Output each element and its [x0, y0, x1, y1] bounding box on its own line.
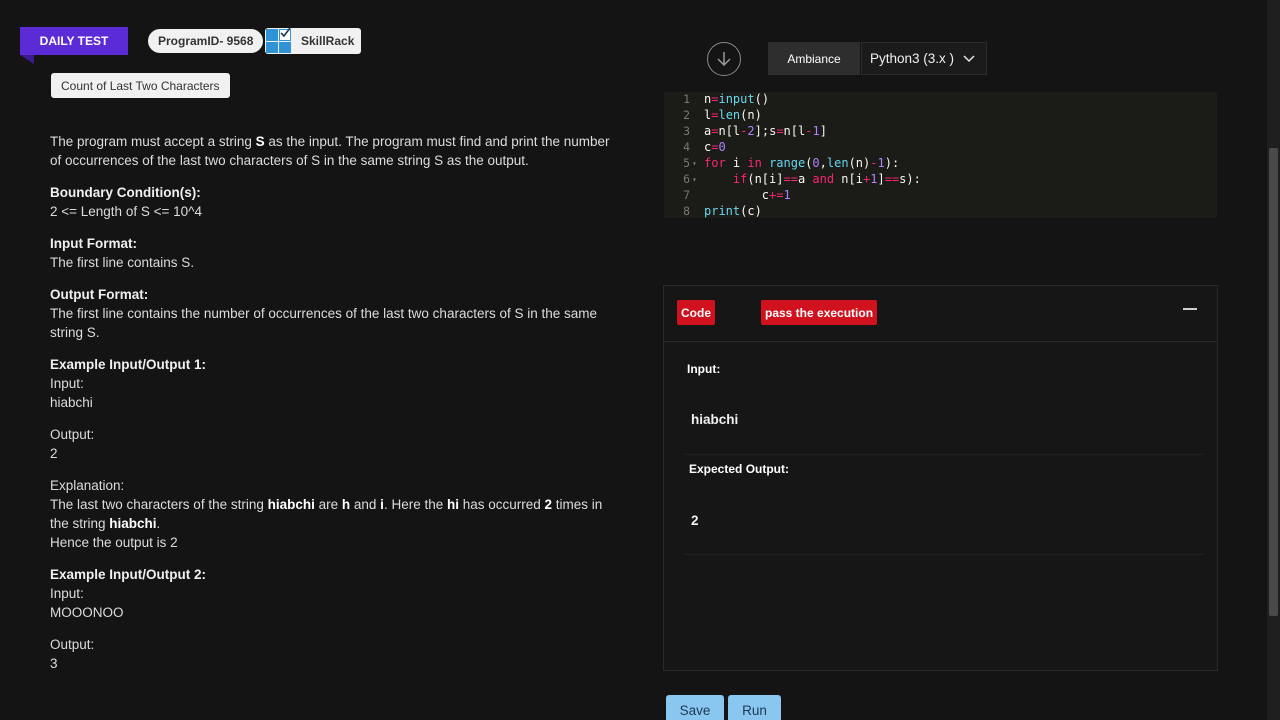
explanation-bold: 2 — [544, 497, 553, 512]
problem-title-text: Count of Last Two Characters — [61, 78, 220, 93]
save-label: Save — [679, 702, 711, 718]
boundary-text: 2 <= Length of S <= 10^4 — [50, 204, 202, 219]
result-panel: Code pass the execution Input: hiabchi E… — [663, 285, 1218, 671]
example-2-output: 3 — [50, 656, 58, 671]
scrollbar-thumb[interactable] — [1269, 148, 1278, 616]
problem-title: Count of Last Two Characters — [51, 73, 230, 98]
line-number: 3 — [683, 124, 690, 138]
input-format-heading: Input Format: — [50, 236, 137, 251]
output-format-heading: Output Format: — [50, 287, 149, 302]
expected-output-value: 2 — [691, 513, 699, 528]
example-1-heading: Example Input/Output 1: — [50, 357, 207, 372]
intro-var: S — [255, 134, 265, 149]
line-number: 2 — [683, 108, 690, 122]
output-format-section: Output Format: The first line contains th… — [50, 285, 610, 342]
pass-badge: pass the execution — [761, 300, 878, 325]
run-label: Run — [742, 702, 767, 718]
theme-button[interactable]: Ambiance — [768, 42, 860, 75]
language-value: Python3 (3.x ) — [870, 51, 955, 66]
explanation-bold: hiabchi — [267, 497, 315, 512]
code-badge: Code — [677, 300, 715, 325]
example-1-output-label: Output: — [50, 427, 95, 442]
program-id-label: ProgramID- 9568 — [158, 34, 254, 48]
example-2-output-label: Output: — [50, 637, 95, 652]
code-line: c=0 — [704, 140, 726, 154]
example-1-output: 2 — [50, 446, 58, 461]
save-button[interactable]: Save — [666, 695, 724, 720]
download-icon — [717, 52, 731, 67]
input-value: hiabchi — [691, 412, 739, 427]
minus-icon[interactable] — [1183, 308, 1197, 310]
explanation-bold: hiabchi — [109, 516, 157, 531]
code-line: n=input() — [704, 92, 770, 106]
input-format-section: Input Format: The first line contains S. — [50, 234, 610, 272]
code-line: a=n[l-2];s=n[l-1] — [704, 124, 827, 138]
code-editor[interactable]: 1 n=input() 2 l=len(n) 3 a=n[l-2];s=n[l-1] … — [664, 92, 1217, 218]
explanation-label: Explanation: — [50, 478, 125, 493]
boundary-section: Boundary Condition(s): 2 <= Length of S <… — [50, 183, 610, 221]
result-header: Code pass the execution — [664, 286, 1217, 342]
code-line: c+=1 — [704, 188, 791, 202]
explanation-bold: h — [341, 497, 351, 512]
pass-badge-label: pass the execution — [765, 305, 874, 320]
divider — [684, 454, 1204, 455]
code-line: print(c) — [704, 204, 762, 218]
example-1-section: Example Input/Output 1: Input: hiabchi — [50, 355, 610, 412]
line-number: 7 — [683, 188, 690, 202]
example-2-input: MOOONOO — [50, 605, 124, 620]
explanation-conclusion: Hence the output is 2 — [50, 535, 178, 550]
explanation-text: . Here the — [383, 497, 447, 512]
code-line: for i in range(0,len(n)-1): — [704, 156, 900, 170]
explanation-text: are — [314, 497, 342, 512]
skillrack-logo-icon — [266, 27, 291, 53]
page-scrollbar[interactable] — [1267, 0, 1280, 720]
example-1-input-label: Input: — [50, 376, 84, 391]
fold-icon[interactable]: ▾ — [690, 156, 704, 172]
example-1-input: hiabchi — [50, 395, 93, 410]
fold-icon[interactable]: ▾ — [690, 172, 704, 188]
problem-description: The program must accept a string S as th… — [50, 132, 610, 686]
code-line: l=len(n) — [704, 108, 762, 122]
example-1-output-section: Output: 2 — [50, 425, 610, 463]
line-number: 4 — [683, 140, 690, 154]
program-id-badge: ProgramID- 9568 — [148, 29, 264, 53]
problem-intro: The program must accept a string S as th… — [50, 132, 610, 170]
example-2-output-section: Output: 3 — [50, 635, 610, 673]
explanation-section: Explanation: The last two characters of t… — [50, 476, 610, 552]
line-number: 6 — [683, 172, 690, 186]
download-button[interactable] — [707, 42, 741, 76]
language-select[interactable]: Python3 (3.x ) — [861, 42, 987, 75]
example-2-input-label: Input: — [50, 586, 84, 601]
run-button[interactable]: Run — [728, 695, 781, 720]
code-line: if(n[i]==a and n[i+1]==s): — [732, 172, 921, 186]
skillrack-label: SkillRack — [301, 34, 355, 48]
line-number: 1 — [683, 92, 690, 106]
example-2-section: Example Input/Output 2: Input: MOOONOO — [50, 565, 610, 622]
explanation-bold: hi — [446, 497, 459, 512]
daily-test-tag: DAILY TEST — [20, 27, 128, 64]
explanation-text: has occurred — [458, 497, 545, 512]
input-format-text: The first line contains S. — [50, 255, 195, 270]
expected-output-label: Expected Output: — [689, 462, 790, 476]
input-label: Input: — [687, 362, 721, 376]
explanation-text: . — [156, 516, 161, 531]
divider — [684, 554, 1204, 555]
line-number: 8 — [683, 204, 690, 218]
skillrack-badge[interactable]: SkillRack — [265, 27, 361, 54]
line-number: 5 — [683, 156, 690, 170]
theme-label: Ambiance — [787, 51, 841, 66]
chevron-down-icon — [963, 55, 975, 63]
explanation-text: and — [350, 497, 381, 512]
boundary-heading: Boundary Condition(s): — [50, 185, 201, 200]
example-2-heading: Example Input/Output 2: — [50, 567, 207, 582]
code-badge-label: Code — [681, 305, 711, 320]
intro-text: The program must accept a string — [50, 134, 256, 149]
output-format-text: The first line contains the number of oc… — [50, 306, 598, 340]
daily-test-label: DAILY TEST — [39, 34, 109, 48]
explanation-text: The last two characters of the string — [50, 497, 268, 512]
